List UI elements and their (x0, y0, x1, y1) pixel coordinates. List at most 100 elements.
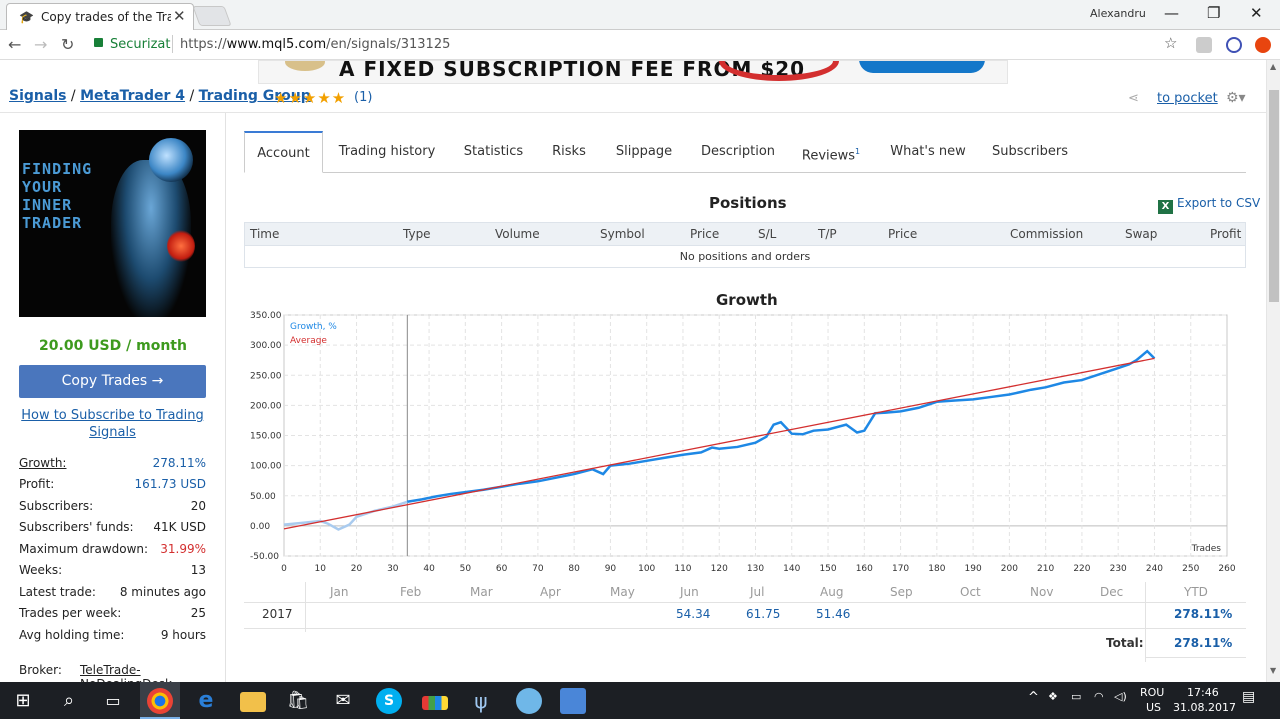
minimize-icon[interactable]: — (1164, 4, 1179, 22)
clock-date[interactable]: 31.08.2017 (1173, 701, 1236, 714)
chart-x-tick-label: 240 (1146, 564, 1163, 574)
edge-icon[interactable]: e (193, 688, 219, 714)
to-pocket-link[interactable]: to pocket (1157, 91, 1218, 106)
chart-x-tick-label: 130 (747, 564, 764, 574)
browser-tab[interactable]: 🎓 Copy trades of the Tradin ✕ (6, 3, 194, 30)
page-content: A FIXED SUBSCRIPTION FEE FROM $20 Signal… (0, 60, 1266, 682)
chrome-icon[interactable] (147, 688, 173, 714)
bookmark-star-icon[interactable]: ☆ (1164, 34, 1177, 52)
col-tp[interactable]: T/P (818, 227, 837, 241)
mail-icon[interactable]: ✉ (330, 688, 356, 714)
breadcrumb: Signals / MetaTrader 4 / Trading Group (9, 88, 311, 104)
clock-time[interactable]: 17:46 (1187, 686, 1219, 699)
app-notification-icon[interactable] (516, 688, 542, 714)
search-icon[interactable]: ⌕ (56, 688, 82, 714)
extension-icon[interactable] (1196, 37, 1212, 53)
tab-subscribers[interactable]: Subscribers (988, 131, 1072, 173)
tab-description[interactable]: Description (696, 131, 780, 173)
promo-banner[interactable]: A FIXED SUBSCRIPTION FEE FROM $20 (258, 60, 1008, 84)
month-value-aug[interactable]: 51.46 (816, 607, 850, 621)
scroll-down-icon[interactable]: ▼ (1270, 666, 1276, 675)
forward-icon[interactable]: → (34, 35, 47, 54)
share-icon[interactable]: ⋖ (1128, 91, 1139, 106)
growth-chart[interactable]: -50.00 0.00 50.00 100.00 150.00 200.00 250.00 3… (244, 308, 1266, 588)
chart-x-tick-label: 90 (605, 564, 617, 574)
store-icon[interactable]: 🛍 (285, 688, 311, 714)
back-icon[interactable]: ← (8, 35, 21, 54)
action-center-icon[interactable]: ▤ (1242, 689, 1255, 705)
skype-icon[interactable]: S (376, 688, 402, 714)
opera-extension-icon[interactable] (1255, 37, 1271, 53)
month-value-jun[interactable]: 54.34 (676, 607, 710, 621)
col-profit[interactable]: Profit (1210, 227, 1241, 241)
excel-icon: X (1158, 200, 1173, 214)
windows-start-icon[interactable]: ⊞ (10, 688, 36, 714)
close-window-icon[interactable]: ✕ (1250, 4, 1263, 22)
broker-link[interactable]: TeleTrade-NoDealingDesk (80, 663, 206, 682)
how-to-subscribe-link[interactable]: How to Subscribe to Trading Signals (19, 407, 206, 441)
col-price[interactable]: Price (690, 227, 719, 241)
chart-x-tick-label: 20 (351, 564, 363, 574)
chart-x-tick-label: 200 (1001, 564, 1018, 574)
col-sl[interactable]: S/L (758, 227, 776, 241)
page-scrollbar[interactable]: ▲ ▼ (1266, 60, 1280, 682)
total-label: Total: (1106, 636, 1144, 650)
chart-y-tick-label: 0.00 (250, 522, 270, 532)
input-language-1[interactable]: ROU (1140, 686, 1164, 699)
col-commission[interactable]: Commission (1010, 227, 1083, 241)
copy-trades-button[interactable]: Copy Trades → (19, 365, 206, 398)
battery-icon[interactable]: ▭ (1071, 690, 1081, 703)
browser-user-name[interactable]: Alexandru (1090, 7, 1146, 20)
col-swap[interactable]: Swap (1125, 227, 1157, 241)
block-extension-icon[interactable] (1226, 37, 1242, 53)
tray-chevron-icon[interactable]: ^ (1028, 690, 1039, 705)
app-psi-icon[interactable]: ψ (468, 688, 494, 714)
new-tab-button[interactable] (192, 6, 232, 26)
breadcrumb-separator: / (189, 88, 195, 104)
tab-whats-new[interactable]: What's new (888, 131, 968, 173)
dropbox-icon[interactable]: ❖ (1048, 690, 1058, 703)
file-explorer-icon[interactable] (240, 692, 266, 712)
tab-title: Copy trades of the Tradin (41, 10, 171, 24)
mql5-favicon-icon: 🎓 (19, 10, 34, 24)
col-volume[interactable]: Volume (495, 227, 540, 241)
col-symbol[interactable]: Symbol (600, 227, 645, 241)
month-jun: Jun (680, 585, 699, 599)
remote-desktop-icon[interactable] (560, 688, 586, 714)
export-csv-link[interactable]: X Export to CSV (1158, 196, 1260, 214)
tab-trading-history[interactable]: Trading history (332, 131, 442, 173)
browser-tab-bar: 🎓 Copy trades of the Tradin ✕ Alexandru … (0, 0, 1280, 30)
scroll-up-icon[interactable]: ▲ (1270, 62, 1276, 71)
task-view-icon[interactable]: ▭ (100, 688, 126, 714)
volume-icon[interactable]: ◁) (1114, 690, 1127, 703)
tab-account[interactable]: Account (244, 131, 323, 173)
restore-icon[interactable]: ❐ (1207, 4, 1220, 22)
rating-stars[interactable]: ★★★★★ (274, 89, 346, 107)
gear-icon[interactable]: ⚙▾ (1226, 90, 1246, 106)
chart-x-tick-label: 70 (532, 564, 544, 574)
tab-risks[interactable]: Risks (546, 131, 592, 173)
chart-y-tick-label: 250.00 (250, 371, 282, 381)
breadcrumb-metatrader4[interactable]: MetaTrader 4 (80, 88, 185, 104)
scroll-thumb[interactable] (1269, 90, 1279, 302)
windows-taskbar: ⊞ ⌕ ▭ e 🛍 ✉ S ψ ^ ❖ ▭ ◠ ◁) ROU US 17:46 … (0, 682, 1280, 719)
wifi-icon[interactable]: ◠ (1094, 690, 1104, 703)
breadcrumb-signals[interactable]: Signals (9, 88, 66, 104)
ytd-value: 278.11% (1174, 607, 1233, 621)
month-value-jul[interactable]: 61.75 (746, 607, 780, 621)
col-price-2[interactable]: Price (888, 227, 917, 241)
col-type[interactable]: Type (403, 227, 431, 241)
avatar-brain-graphic (149, 138, 193, 182)
rating-count[interactable]: (1) (354, 90, 372, 105)
col-time[interactable]: Time (250, 227, 279, 241)
chart-x-tick-label: 210 (1037, 564, 1054, 574)
reload-icon[interactable]: ↻ (61, 35, 74, 54)
tab-reviews[interactable]: Reviews1 (800, 131, 862, 173)
url-field[interactable]: Securizat https://www.mql5.com/en/signal… (86, 34, 1188, 56)
metatrader-icon[interactable] (422, 696, 448, 710)
input-language-2[interactable]: US (1146, 701, 1161, 714)
tab-statistics[interactable]: Statistics (456, 131, 531, 173)
tab-slippage[interactable]: Slippage (610, 131, 678, 173)
tab-close-icon[interactable]: ✕ (173, 7, 186, 25)
subscription-price: 20.00 USD / month (39, 338, 187, 354)
